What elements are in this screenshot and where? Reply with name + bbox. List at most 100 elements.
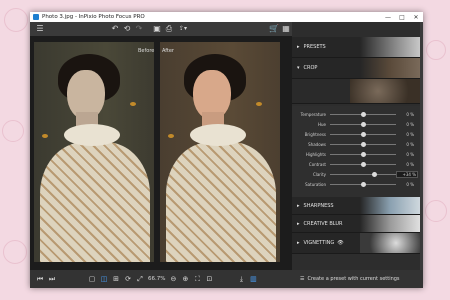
panel-toggle-icon[interactable]: ▥: [247, 274, 259, 284]
slider-label: Shadows: [308, 141, 326, 147]
crop-label: CROP: [303, 65, 318, 71]
fit-screen-icon[interactable]: ⛶: [191, 274, 203, 284]
slider-row: Shadows 0 %: [292, 140, 420, 148]
maximize-button[interactable]: □: [395, 14, 409, 21]
slider-handle[interactable]: [360, 161, 366, 167]
rotate-icon[interactable]: ⟳: [122, 274, 134, 284]
slider-handle[interactable]: [360, 181, 366, 187]
slider-handle[interactable]: [360, 141, 366, 147]
print-icon[interactable]: ⎙: [163, 24, 175, 34]
chevron-right-icon: ▸: [297, 240, 300, 246]
chevron-right-icon: ▸: [297, 44, 300, 50]
visibility-icon[interactable]: 👁: [337, 240, 343, 246]
slider-label: Saturation: [305, 181, 326, 187]
grid-icon[interactable]: ▦: [280, 24, 292, 34]
presets-label: PRESETS: [303, 44, 326, 50]
before-label[interactable]: Before: [138, 48, 154, 54]
create-preset-label: Create a preset with current settings: [307, 276, 400, 282]
app-logo-icon: [33, 14, 39, 20]
slider-track[interactable]: [330, 181, 396, 187]
after-label[interactable]: After: [162, 48, 174, 54]
zoom-out-icon[interactable]: ⊖: [167, 274, 179, 284]
slider-label: Contrast: [308, 161, 326, 167]
zoom-in-icon[interactable]: ⊕: [179, 274, 191, 284]
compare-view-icon[interactable]: ⊞: [110, 274, 122, 284]
background-flower: [426, 40, 446, 60]
presets-thumbnail: [360, 37, 420, 57]
section-vignetting[interactable]: ▸ VIGNETTING 👁: [292, 233, 420, 254]
before-after-labels: Before After: [138, 48, 180, 54]
slider-handle[interactable]: [360, 121, 366, 127]
preset-icon: ☰: [300, 276, 305, 282]
creative-blur-label: CREATIVE BLUR: [303, 220, 343, 227]
title-bar: Photo 3.jpg - InPixio Photo Focus PRO — …: [30, 12, 423, 22]
slider-handle[interactable]: [360, 151, 366, 157]
slider-track[interactable]: [330, 111, 396, 117]
hamburger-icon[interactable]: ☰: [33, 24, 47, 34]
undo-icon[interactable]: ↶: [109, 24, 121, 34]
cart-icon[interactable]: 🛒: [268, 24, 280, 34]
slider-row: Brightness 0 %: [292, 130, 420, 138]
download-icon[interactable]: ⤓: [235, 274, 247, 284]
crop-thumbnail: [360, 58, 420, 78]
section-presets[interactable]: ▸ PRESETS: [292, 37, 420, 58]
slider-track[interactable]: [330, 131, 396, 137]
settings-panel: ▸ PRESETS ▾ CROP Temperature 0 % Hue 0 % Bri…: [292, 22, 423, 270]
slider-row: Contrast 0 %: [292, 160, 420, 168]
chevron-down-icon: ▾: [297, 65, 300, 71]
slider-value[interactable]: +34 %: [396, 170, 418, 178]
slider-label: Clarity: [312, 171, 326, 177]
redo-icon[interactable]: ↷: [133, 24, 145, 34]
slider-value: 0 %: [406, 181, 414, 187]
share-icon[interactable]: ⇪▾: [175, 24, 191, 34]
slider-track[interactable]: [330, 141, 396, 147]
slider-track[interactable]: [330, 121, 396, 127]
vignetting-thumbnail: [360, 233, 420, 253]
section-sharpness[interactable]: ▸ SHARPNESS: [292, 197, 420, 215]
slider-track[interactable]: [330, 161, 396, 167]
chevron-right-icon: ▸: [297, 202, 300, 209]
chevron-right-icon: ▸: [297, 220, 300, 227]
save-icon[interactable]: ▣: [151, 24, 163, 34]
slider-value: 0 %: [406, 111, 414, 117]
slider-handle[interactable]: [360, 111, 366, 117]
background-flower: [425, 200, 447, 222]
slider-label: Temperature: [300, 111, 326, 117]
slider-label: Hue: [317, 121, 326, 127]
single-view-icon[interactable]: ▢: [86, 274, 98, 284]
slider-row: Saturation 0 %: [292, 180, 420, 188]
before-photo: [34, 42, 154, 262]
split-view-icon[interactable]: ◫: [98, 274, 110, 284]
last-image-icon[interactable]: ⏭: [46, 274, 58, 284]
creative-blur-thumbnail: [360, 215, 420, 232]
slider-handle[interactable]: [360, 131, 366, 137]
after-photo: [160, 42, 280, 262]
slider-track[interactable]: [330, 151, 396, 157]
slider-row: Highlights 0 %: [292, 150, 420, 158]
slider-row: Hue 0 %: [292, 120, 420, 128]
slider-value: 0 %: [406, 161, 414, 167]
undo-all-icon[interactable]: ⟲: [121, 24, 133, 34]
minimize-button[interactable]: —: [381, 14, 395, 21]
zoom-level[interactable]: 66.7%: [148, 276, 165, 282]
section-creative-blur[interactable]: ▸ CREATIVE BLUR: [292, 215, 420, 233]
vignetting-label: VIGNETTING: [303, 240, 335, 246]
slider-value: 0 %: [406, 131, 414, 137]
create-preset-button[interactable]: ☰ Create a preset with current settings: [300, 273, 400, 285]
image-canvas[interactable]: [30, 36, 292, 270]
panel-scrollbar[interactable]: [420, 22, 423, 270]
slider-label: Brightness: [304, 131, 326, 137]
actual-size-icon[interactable]: ⊡: [203, 274, 215, 284]
slider-track[interactable]: [330, 171, 396, 177]
slider-handle[interactable]: [371, 171, 377, 177]
slider-value: 0 %: [406, 141, 414, 147]
sharpness-thumbnail: [360, 197, 420, 214]
section-crop[interactable]: ▾ CROP: [292, 58, 420, 79]
close-button[interactable]: ✕: [409, 14, 423, 21]
sharpness-label: SHARPNESS: [303, 202, 334, 209]
first-image-icon[interactable]: ⏮: [34, 274, 46, 284]
bottom-toolbar: ⏮ ⏭ ▢ ◫ ⊞ ⟳ ⤢ 66.7% ⊖ ⊕ ⛶ ⊡ ⤓ ▥ ☰ Create…: [30, 270, 423, 288]
gears-thumbnail: [350, 79, 420, 103]
window-title: Photo 3.jpg - InPixio Photo Focus PRO: [42, 14, 145, 20]
zoom-fit-icon[interactable]: ⤢: [134, 274, 146, 284]
